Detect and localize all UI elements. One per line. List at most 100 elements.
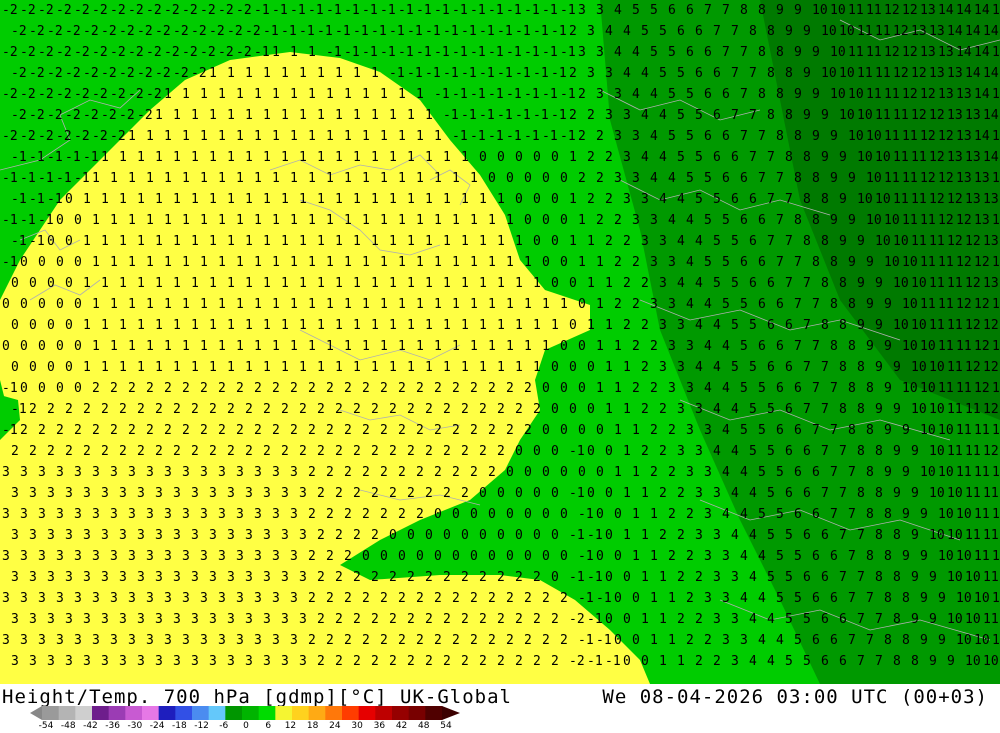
contour-value-label: 2 xyxy=(632,297,640,312)
contour-value-label: 2 xyxy=(443,570,451,585)
contour-value-label: 0 xyxy=(542,171,550,186)
contour-value-label: 1 xyxy=(353,360,361,375)
contour-value-label: 1 xyxy=(641,528,649,543)
contour-value-label: 3 xyxy=(38,465,46,480)
contour-value-label: 1 xyxy=(569,192,577,207)
contour-value-label: 3 xyxy=(254,465,262,480)
contour-value-label: 2 xyxy=(335,528,343,543)
contour-value-label: 0 xyxy=(596,507,604,522)
contour-value-label: 9 xyxy=(911,444,919,459)
contour-value-label: 2 xyxy=(425,570,433,585)
contour-value-label: 1 xyxy=(344,297,352,312)
contour-value-label: 6 xyxy=(704,45,712,60)
contour-value-label: 1 xyxy=(281,234,289,249)
contour-value-label: 5 xyxy=(731,276,739,291)
contour-value-label: 0 xyxy=(506,549,514,564)
contour-value-label: 6 xyxy=(812,507,820,522)
contour-value-label: 9 xyxy=(938,633,946,648)
contour-value-label: 3 xyxy=(281,486,289,501)
contour-value-label: 1 xyxy=(272,297,280,312)
contour-value-label: 14 xyxy=(956,45,972,60)
contour-value-label: 2 xyxy=(686,633,694,648)
contour-value-label: 7 xyxy=(722,45,730,60)
contour-value-label: 2 xyxy=(344,381,352,396)
contour-value-label: 4 xyxy=(632,45,640,60)
contour-value-label: 0 xyxy=(578,297,586,312)
contour-value-label: -1 xyxy=(434,3,450,18)
contour-value-label: 7 xyxy=(848,465,856,480)
contour-value-label: 1 xyxy=(362,255,370,270)
contour-value-label: 9 xyxy=(920,591,928,606)
contour-value-label: 6 xyxy=(749,192,757,207)
contour-value-label: 3 xyxy=(272,549,280,564)
contour-value-label: 2 xyxy=(650,381,658,396)
contour-value-label: 2 xyxy=(317,444,325,459)
contour-value-label: 3 xyxy=(704,465,712,480)
contour-value-label: 12 xyxy=(884,3,900,18)
contour-value-label: 6 xyxy=(767,360,775,375)
contour-value-label: 0 xyxy=(434,507,442,522)
contour-value-label: 8 xyxy=(875,570,883,585)
contour-value-label: 13 xyxy=(938,87,954,102)
contour-value-label: 3 xyxy=(65,654,73,669)
contour-value-label: 1 xyxy=(443,234,451,249)
contour-value-label: 3 xyxy=(614,171,622,186)
scale-right-arrow xyxy=(442,706,460,720)
contour-value-label: 1 xyxy=(416,339,424,354)
contour-value-label: 1 xyxy=(398,297,406,312)
contour-value-label: 0 xyxy=(515,486,523,501)
contour-value-label: 0 xyxy=(551,528,559,543)
contour-value-label: 1 xyxy=(101,234,109,249)
contour-value-label: 3 xyxy=(659,276,667,291)
contour-value-label: 11 xyxy=(983,570,999,585)
contour-value-label: 0 xyxy=(560,507,568,522)
contour-value-label: 3 xyxy=(254,591,262,606)
contour-value-label: 1 xyxy=(281,108,289,123)
contour-value-label: -1 xyxy=(470,87,486,102)
contour-value-label: 2 xyxy=(470,381,478,396)
contour-value-label: 2 xyxy=(344,549,352,564)
contour-value-label: 2 xyxy=(290,381,298,396)
contour-value-label: 9 xyxy=(929,570,937,585)
contour-value-label: 1 xyxy=(623,486,631,501)
contour-value-label: 1 xyxy=(218,171,226,186)
contour-value-label: 1 xyxy=(371,360,379,375)
contour-value-label: 0 xyxy=(497,528,505,543)
contour-value-label: 3 xyxy=(2,507,10,522)
contour-value-label: 1 xyxy=(128,129,136,144)
contour-value-label: -2 xyxy=(2,45,18,60)
contour-value-label: 8 xyxy=(821,318,829,333)
contour-value-label: 11 xyxy=(992,507,1000,522)
contour-value-label: 0 xyxy=(38,297,46,312)
contour-value-label: 2 xyxy=(29,444,37,459)
contour-value-label: 3 xyxy=(2,549,10,564)
contour-value-label: 8 xyxy=(848,423,856,438)
contour-value-label: 2 xyxy=(353,486,361,501)
contour-value-label: 7 xyxy=(803,402,811,417)
contour-value-label: 1 xyxy=(380,171,388,186)
contour-value-label: 2 xyxy=(371,654,379,669)
contour-value-label: 7 xyxy=(812,423,820,438)
contour-value-label: 1 xyxy=(317,150,325,165)
contour-value-label: 0 xyxy=(542,549,550,564)
contour-value-label: 1 xyxy=(245,318,253,333)
contour-value-label: 5 xyxy=(713,192,721,207)
contour-value-label: 11 xyxy=(857,66,873,81)
contour-value-label: 4 xyxy=(695,234,703,249)
contour-value-label: 1 xyxy=(110,255,118,270)
contour-value-label: 1 xyxy=(236,339,244,354)
contour-value-label: -1 xyxy=(272,3,288,18)
contour-value-label: 1 xyxy=(272,213,280,228)
contour-value-label: 2 xyxy=(290,423,298,438)
contour-value-label: 0 xyxy=(605,528,613,543)
contour-value-label: 4 xyxy=(758,591,766,606)
contour-value-label: 12 xyxy=(974,339,990,354)
contour-value-label: -1 xyxy=(452,45,468,60)
contour-value-label: 1 xyxy=(344,87,352,102)
contour-value-label: 0 xyxy=(533,150,541,165)
contour-value-label: 13 xyxy=(992,255,1000,270)
contour-value-label: -1 xyxy=(578,549,594,564)
contour-value-label: 1 xyxy=(596,339,604,354)
scale-tick-label: 54 xyxy=(440,721,452,731)
contour-value-label: 7 xyxy=(875,654,883,669)
